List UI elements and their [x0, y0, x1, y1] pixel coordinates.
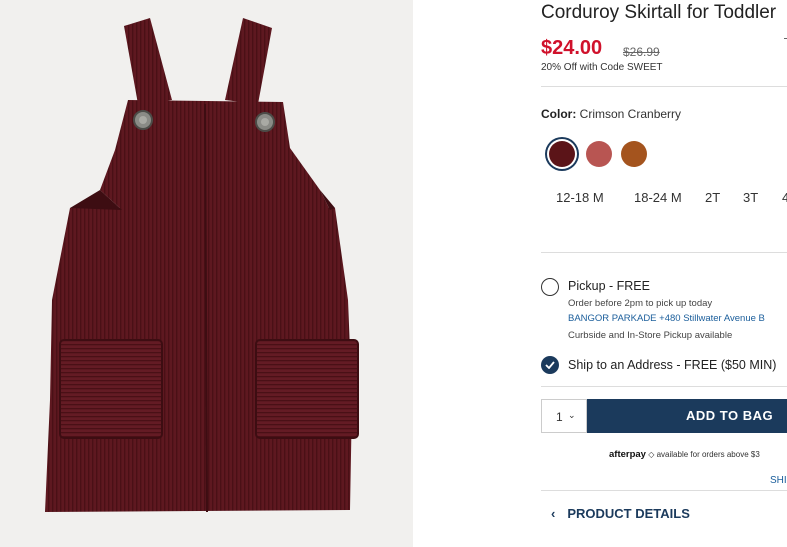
color-swatch-crimson-cranberry[interactable] — [549, 141, 575, 167]
size-option[interactable]: 2T — [705, 190, 720, 205]
color-value: Crimson Cranberry — [579, 107, 682, 121]
add-to-bag-button[interactable]: ADD TO BAG — [587, 399, 787, 433]
size-option[interactable]: 4 — [782, 190, 787, 205]
afterpay-info: afterpay ◇ available for orders above $3 — [609, 449, 760, 460]
size-option[interactable]: 3T — [743, 190, 758, 205]
shipping-link[interactable]: SHI — [770, 475, 787, 486]
afterpay-logo: afterpay — [609, 449, 646, 460]
divider — [541, 386, 787, 387]
check-icon — [545, 361, 555, 369]
pickup-note: Order before 2pm to pick up today — [568, 298, 713, 309]
pickup-label: Pickup - FREE — [568, 279, 650, 293]
sale-price: $24.00 — [541, 37, 603, 59]
color-swatch-rust[interactable] — [621, 141, 647, 167]
divider — [541, 490, 787, 491]
product-details-toggle[interactable]: ‹ PRODUCT DETAILS — [551, 506, 690, 521]
pickup-options: Curbside and In-Store Pickup available — [568, 330, 733, 341]
afterpay-diamond-icon: ◇ — [648, 450, 655, 459]
chevron-down-icon: ⌄ — [568, 410, 576, 420]
chevron-left-icon: ‹ — [551, 506, 556, 521]
divider — [541, 252, 787, 253]
size-option[interactable]: 18-24 M — [634, 190, 682, 205]
store-link[interactable]: BANGOR PARKADE +480 Stillwater Avenue B — [568, 313, 765, 324]
quantity-select[interactable]: 1 ⌄ — [541, 399, 587, 433]
color-selection-label: Color: Crimson Cranberry — [541, 107, 681, 121]
original-price: $26.99 — [623, 45, 660, 59]
product-info-panel: Corduroy Skirtall for Toddler $24.00 $26… — [541, 0, 787, 547]
pickup-radio[interactable] — [541, 278, 559, 296]
color-label: Color: — [541, 107, 577, 121]
corduroy-skirtall-illustration — [45, 18, 359, 513]
promo-text: 20% Off with Code SWEET — [541, 62, 663, 73]
size-option[interactable]: 12-18 M — [556, 190, 604, 205]
product-title: Corduroy Skirtall for Toddler — [541, 2, 777, 23]
divider — [541, 86, 787, 87]
ship-radio[interactable] — [541, 356, 559, 374]
afterpay-text: available for orders above $3 — [656, 450, 760, 459]
product-details-label: PRODUCT DETAILS — [567, 506, 690, 521]
color-swatch-rose[interactable] — [586, 141, 612, 167]
product-image[interactable] — [0, 0, 413, 547]
ship-label: Ship to an Address - FREE ($50 MIN) — [568, 358, 777, 372]
quantity-value: 1 — [556, 410, 563, 424]
